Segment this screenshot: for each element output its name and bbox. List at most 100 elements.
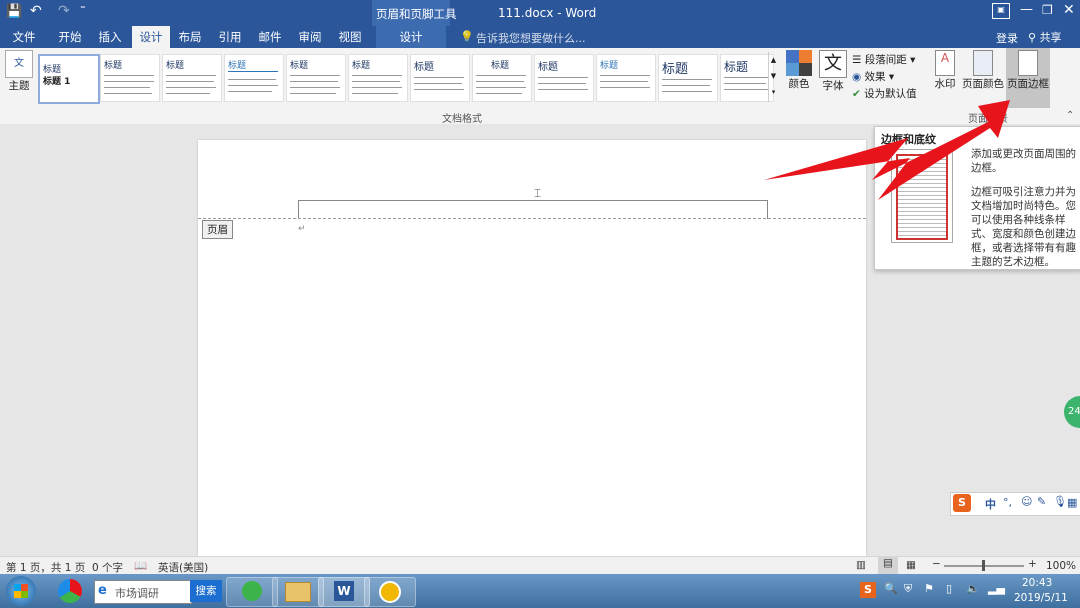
paragraph-spacing-button[interactable]: ☰ 段落间距 ▾ xyxy=(852,52,915,67)
colors-icon xyxy=(786,50,812,76)
text-cursor: ⌶ xyxy=(534,186,542,200)
read-mode-icon[interactable]: ▥ xyxy=(856,559,866,571)
style-thumb-title: 标题 xyxy=(724,60,749,74)
sogou-icon: S xyxy=(953,494,971,512)
style-thumb-title: 标题 xyxy=(662,62,689,77)
zoom-in-icon[interactable]: + xyxy=(1028,558,1037,570)
start-button[interactable] xyxy=(6,576,36,606)
language-indicator[interactable]: 英语(美国) xyxy=(158,560,208,575)
page-count[interactable]: 第 1 页，共 1 页 xyxy=(6,560,85,575)
volume-icon[interactable]: 🔈 xyxy=(966,582,980,595)
style-thumb[interactable]: 标题 xyxy=(596,54,656,102)
ime-mode[interactable]: 中 xyxy=(985,496,996,512)
signin-link[interactable]: 登录 xyxy=(996,30,1018,46)
style-thumb-title: 标题 xyxy=(352,61,371,71)
taskbar-app[interactable] xyxy=(226,577,278,607)
fonts-button[interactable]: 文 字体 xyxy=(818,50,848,93)
tab-header-footer-design[interactable]: 设计 xyxy=(376,26,446,48)
themes-button[interactable]: 文 主题 xyxy=(4,50,34,93)
effects-label: 效果 xyxy=(864,71,886,83)
close-icon[interactable]: ✕ xyxy=(1063,2,1075,18)
tray-shield-icon[interactable]: ⛨ xyxy=(904,582,912,596)
taskbar-app[interactable] xyxy=(272,577,324,607)
print-layout-icon[interactable]: ▤ xyxy=(878,557,898,574)
tab-insert[interactable]: 插入 xyxy=(92,26,128,48)
colors-button[interactable]: 颜色 xyxy=(784,50,814,91)
watermark-button[interactable]: A 水印 xyxy=(928,50,962,91)
clock-date[interactable]: 2019/5/11 xyxy=(1014,592,1068,604)
colors-label: 颜色 xyxy=(788,78,810,90)
tab-file[interactable]: 文件 xyxy=(6,26,42,48)
emoji-icon[interactable]: ☺ xyxy=(1021,495,1032,508)
style-set-gallery: 标题 标题 1 标题 标题 标题 标题 标题 标题 标题 标题 标题 标题 标题 xyxy=(38,50,778,106)
tab-layout[interactable]: 布局 xyxy=(172,26,208,48)
taskbar-app-word[interactable]: W xyxy=(318,577,370,607)
network-icon[interactable]: ▂▄ xyxy=(988,582,1005,595)
zoom-slider-thumb[interactable] xyxy=(982,560,985,571)
style-thumb[interactable]: 标题 xyxy=(348,54,408,102)
word-count[interactable]: 0 个字 xyxy=(92,560,123,575)
status-bar: 第 1 页，共 1 页 0 个字 📖 英语(美国) ▥ ▤ ▦ − + 100% xyxy=(0,556,1080,575)
sogou-tray-icon[interactable]: S xyxy=(860,582,876,598)
search-button[interactable]: 搜索 xyxy=(190,580,222,602)
effects-button[interactable]: ◉ 效果 ▾ xyxy=(852,69,894,84)
tray-search-icon[interactable]: 🔍 xyxy=(884,582,898,595)
taskbar-app[interactable] xyxy=(364,577,416,607)
page-color-button[interactable]: 页面颜色 xyxy=(962,50,1004,91)
tell-me-input[interactable]: 告诉我您想要做什么... xyxy=(476,30,586,46)
tab-view[interactable]: 视图 xyxy=(332,26,368,48)
tray-flag-icon[interactable]: ⚑ xyxy=(924,582,934,595)
style-thumb[interactable]: 标题 标题 1 xyxy=(38,54,100,104)
pen-icon[interactable]: ✎ xyxy=(1037,495,1046,508)
tab-review[interactable]: 审阅 xyxy=(292,26,328,48)
proofing-icon[interactable]: 📖 xyxy=(134,559,147,572)
header-paragraph-border xyxy=(298,200,768,219)
search-box[interactable]: e 市场调研 xyxy=(94,580,192,604)
paragraph-spacing-icon: ☰ xyxy=(852,54,862,66)
word-icon: W xyxy=(334,581,354,601)
style-thumb[interactable]: 标题 xyxy=(100,54,160,102)
zoom-level[interactable]: 100% xyxy=(1046,560,1076,572)
style-thumb[interactable]: 标题 xyxy=(658,54,718,102)
mic-icon[interactable]: 🎙 xyxy=(1053,495,1067,508)
style-thumb[interactable]: 标题 xyxy=(286,54,346,102)
customize-qat-icon[interactable]: ⁼ xyxy=(80,2,86,15)
style-thumb[interactable]: 标题 xyxy=(534,54,594,102)
ime-punct-icon[interactable]: °, xyxy=(1003,496,1012,509)
style-thumb[interactable]: 标题 xyxy=(472,54,532,102)
tab-design[interactable]: 设计 xyxy=(132,26,170,48)
style-thumb[interactable]: 标题 xyxy=(410,54,470,102)
header-tag[interactable]: 页眉 xyxy=(202,220,233,239)
style-thumb-title: 标题 xyxy=(491,61,510,71)
redo-icon[interactable]: ↷ xyxy=(58,3,70,19)
tray-device-icon[interactable]: ▯ xyxy=(946,582,952,595)
restore-icon[interactable]: ❐ xyxy=(1042,3,1053,17)
undo-icon[interactable]: ↶ xyxy=(30,3,42,19)
ime-toolbar[interactable]: S 中 °, ☺ ✎ 🎙 ▦ xyxy=(950,492,1080,516)
document-title: 111.docx - Word xyxy=(498,6,597,20)
style-thumb-title: 标题 xyxy=(600,61,619,71)
style-thumb[interactable]: 标题 xyxy=(162,54,222,102)
ribbon-tabs: 文件 开始 插入 设计 布局 引用 邮件 审阅 视图 设计 💡 告诉我您想要做什… xyxy=(0,26,1080,48)
save-icon[interactable]: 💾 xyxy=(6,4,22,19)
360-browser-icon[interactable] xyxy=(58,579,82,603)
style-thumb-title: 标题 xyxy=(166,61,185,71)
web-layout-icon[interactable]: ▦ xyxy=(906,559,916,571)
style-thumb[interactable]: 标题 xyxy=(224,54,284,102)
windows-taskbar: e 市场调研 搜索 W S 🔍 ⛨ ⚑ ▯ 🔈 ▂▄ 20:43 2019/5/… xyxy=(0,574,1080,608)
zoom-out-icon[interactable]: − xyxy=(932,558,941,570)
search-input[interactable]: 市场调研 xyxy=(115,585,159,601)
watermark-label: 水印 xyxy=(934,78,956,90)
page-color-label: 页面颜色 xyxy=(962,78,1004,90)
page-color-icon xyxy=(973,50,993,76)
minimize-icon[interactable]: — xyxy=(1020,2,1033,17)
collapse-ribbon-icon[interactable]: ⌃ xyxy=(1066,110,1074,121)
clock-time[interactable]: 20:43 xyxy=(1022,577,1052,589)
grid-icon[interactable]: ▦ xyxy=(1067,496,1077,509)
tab-home[interactable]: 开始 xyxy=(52,26,88,48)
ribbon-display-options-icon[interactable]: ▣ xyxy=(992,3,1010,19)
share-button[interactable]: ⚲ 共享 xyxy=(1028,29,1062,45)
ie-icon: e xyxy=(98,583,107,598)
tab-mailings[interactable]: 邮件 xyxy=(252,26,288,48)
tab-references[interactable]: 引用 xyxy=(212,26,248,48)
